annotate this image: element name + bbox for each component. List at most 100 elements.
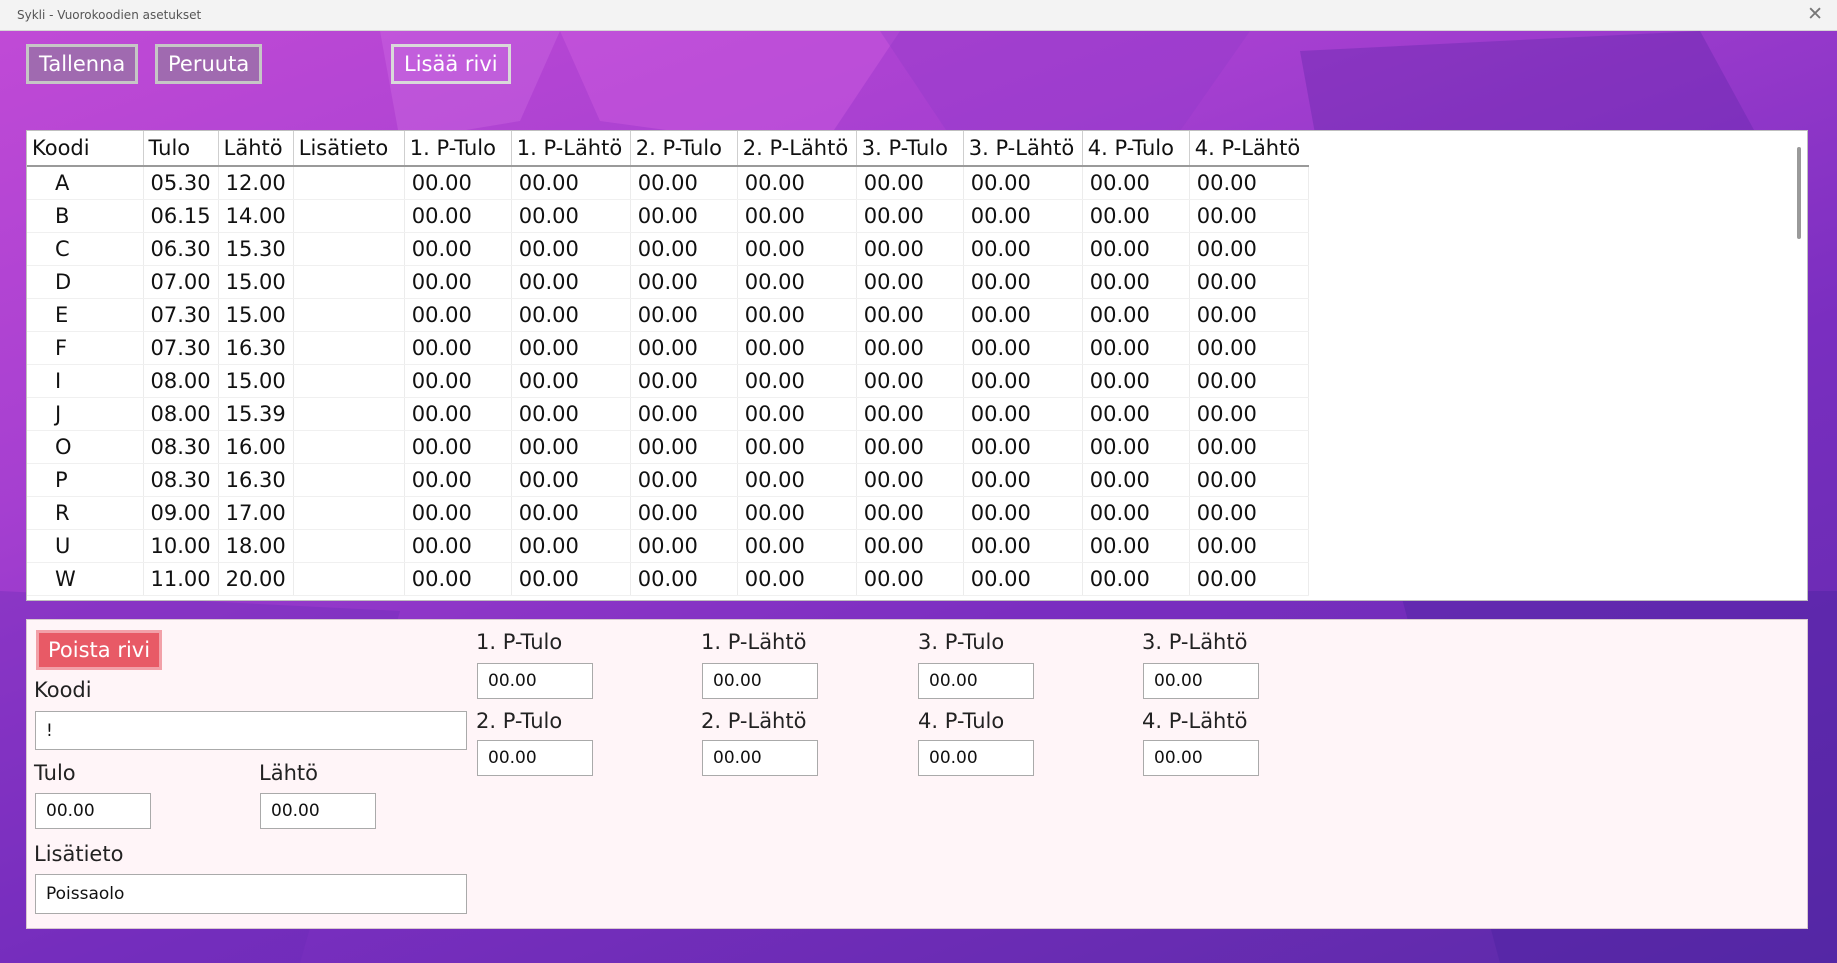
cancel-button[interactable]: Peruuta: [155, 44, 263, 84]
table-cell[interactable]: 00.00: [856, 496, 964, 530]
table-cell[interactable]: 00.00: [1082, 430, 1190, 464]
table-cell[interactable]: 00.00: [737, 265, 857, 299]
table-cell[interactable]: 00.00: [1082, 397, 1190, 431]
table-cell[interactable]: [293, 430, 405, 464]
table-cell[interactable]: 08.30: [143, 463, 219, 497]
table-cell[interactable]: 15.30: [218, 232, 294, 266]
table-cell[interactable]: 00.00: [404, 298, 512, 332]
code-cell[interactable]: I: [27, 364, 144, 398]
table-cell[interactable]: 00.00: [404, 430, 512, 464]
table-cell[interactable]: 08.30: [143, 430, 219, 464]
table-cell[interactable]: 06.30: [143, 232, 219, 266]
table-cell[interactable]: 00.00: [511, 496, 631, 530]
p4-lahto-field[interactable]: [1143, 740, 1259, 776]
column-header[interactable]: 3. P-Lähtö: [963, 131, 1083, 167]
table-cell[interactable]: 00.00: [404, 463, 512, 497]
column-header[interactable]: Koodi: [27, 131, 144, 167]
table-row[interactable]: F 07.30 16.30 00.00 00.00 00.00 00.00 00.00 00.0…: [27, 331, 1309, 365]
code-cell[interactable]: A: [27, 166, 144, 200]
table-cell[interactable]: 00.00: [511, 232, 631, 266]
table-cell[interactable]: [293, 562, 405, 596]
table-cell[interactable]: 00.00: [630, 166, 738, 200]
table-cell[interactable]: 00.00: [737, 529, 857, 563]
p3-lahto-field[interactable]: [1143, 663, 1259, 699]
table-cell[interactable]: 12.00: [218, 166, 294, 200]
table-cell[interactable]: 00.00: [963, 529, 1083, 563]
table-cell[interactable]: 00.00: [630, 232, 738, 266]
code-cell[interactable]: F: [27, 331, 144, 365]
table-cell[interactable]: 00.00: [963, 562, 1083, 596]
table-cell[interactable]: [293, 199, 405, 233]
table-cell[interactable]: 00.00: [630, 331, 738, 365]
table-cell[interactable]: 00.00: [856, 298, 964, 332]
table-cell[interactable]: 00.00: [963, 364, 1083, 398]
table-cell[interactable]: 00.00: [856, 199, 964, 233]
table-cell[interactable]: 18.00: [218, 529, 294, 563]
table-cell[interactable]: 00.00: [1082, 331, 1190, 365]
table-cell[interactable]: 00.00: [511, 331, 631, 365]
table-cell[interactable]: 00.00: [630, 562, 738, 596]
table-cell[interactable]: 07.30: [143, 298, 219, 332]
table-cell[interactable]: 00.00: [963, 496, 1083, 530]
table-cell[interactable]: 00.00: [856, 562, 964, 596]
table-cell[interactable]: 00.00: [737, 463, 857, 497]
table-cell[interactable]: 14.00: [218, 199, 294, 233]
table-cell[interactable]: [293, 496, 405, 530]
table-cell[interactable]: 00.00: [1082, 232, 1190, 266]
table-cell[interactable]: [293, 463, 405, 497]
table-cell[interactable]: 00.00: [1189, 430, 1309, 464]
table-cell[interactable]: [293, 265, 405, 299]
koodi-field[interactable]: [35, 711, 467, 750]
code-cell[interactable]: U: [27, 529, 144, 563]
table-cell[interactable]: 00.00: [963, 397, 1083, 431]
table-row[interactable]: W 11.00 20.00 00.00 00.00 00.00 00.00 00.00 00.0…: [27, 562, 1309, 596]
table-cell[interactable]: 00.00: [404, 364, 512, 398]
code-cell[interactable]: J: [27, 397, 144, 431]
table-cell[interactable]: 00.00: [963, 430, 1083, 464]
table-cell[interactable]: 00.00: [737, 364, 857, 398]
table-cell[interactable]: 00.00: [404, 232, 512, 266]
table-cell[interactable]: 00.00: [1189, 166, 1309, 200]
table-cell[interactable]: 00.00: [856, 529, 964, 563]
table-cell[interactable]: 00.00: [511, 199, 631, 233]
table-cell[interactable]: 00.00: [856, 232, 964, 266]
table-cell[interactable]: 06.15: [143, 199, 219, 233]
table-cell[interactable]: 00.00: [511, 265, 631, 299]
table-cell[interactable]: 11.00: [143, 562, 219, 596]
table-cell[interactable]: 00.00: [404, 562, 512, 596]
table-cell[interactable]: 00.00: [404, 331, 512, 365]
table-cell[interactable]: 00.00: [1189, 265, 1309, 299]
scrollbar[interactable]: [1797, 147, 1801, 239]
table-cell[interactable]: 16.00: [218, 430, 294, 464]
table-cell[interactable]: 00.00: [963, 232, 1083, 266]
table-cell[interactable]: [293, 166, 405, 200]
table-cell[interactable]: 17.00: [218, 496, 294, 530]
table-cell[interactable]: 00.00: [630, 430, 738, 464]
table-cell[interactable]: 00.00: [1189, 496, 1309, 530]
table-cell[interactable]: 00.00: [856, 265, 964, 299]
column-header[interactable]: 2. P-Tulo: [630, 131, 738, 167]
table-cell[interactable]: 00.00: [856, 430, 964, 464]
table-row[interactable]: E 07.30 15.00 00.00 00.00 00.00 00.00 00.00 00.0…: [27, 298, 1309, 332]
table-cell[interactable]: 05.30: [143, 166, 219, 200]
table-cell[interactable]: 00.00: [963, 331, 1083, 365]
table-cell[interactable]: [293, 397, 405, 431]
table-cell[interactable]: 00.00: [1082, 265, 1190, 299]
p2-tulo-field[interactable]: [477, 740, 593, 776]
table-cell[interactable]: 00.00: [511, 529, 631, 563]
table-cell[interactable]: 00.00: [1082, 529, 1190, 563]
table-cell[interactable]: 00.00: [963, 463, 1083, 497]
shift-code-table[interactable]: Koodi Tulo Lähtö Lisätieto 1. P-Tulo 1. …: [26, 130, 1808, 601]
table-cell[interactable]: 00.00: [1189, 199, 1309, 233]
table-cell[interactable]: 00.00: [630, 529, 738, 563]
table-cell[interactable]: 00.00: [630, 496, 738, 530]
lahto-field[interactable]: [260, 793, 376, 829]
p2-lahto-field[interactable]: [702, 740, 818, 776]
table-cell[interactable]: 00.00: [963, 199, 1083, 233]
table-cell[interactable]: 00.00: [1189, 463, 1309, 497]
table-cell[interactable]: 00.00: [511, 562, 631, 596]
table-cell[interactable]: 00.00: [404, 397, 512, 431]
table-cell[interactable]: 09.00: [143, 496, 219, 530]
table-row[interactable]: R 09.00 17.00 00.00 00.00 00.00 00.00 00.00 00.0…: [27, 496, 1309, 530]
table-row[interactable]: O 08.30 16.00 00.00 00.00 00.00 00.00 00.00 00.0…: [27, 430, 1309, 464]
